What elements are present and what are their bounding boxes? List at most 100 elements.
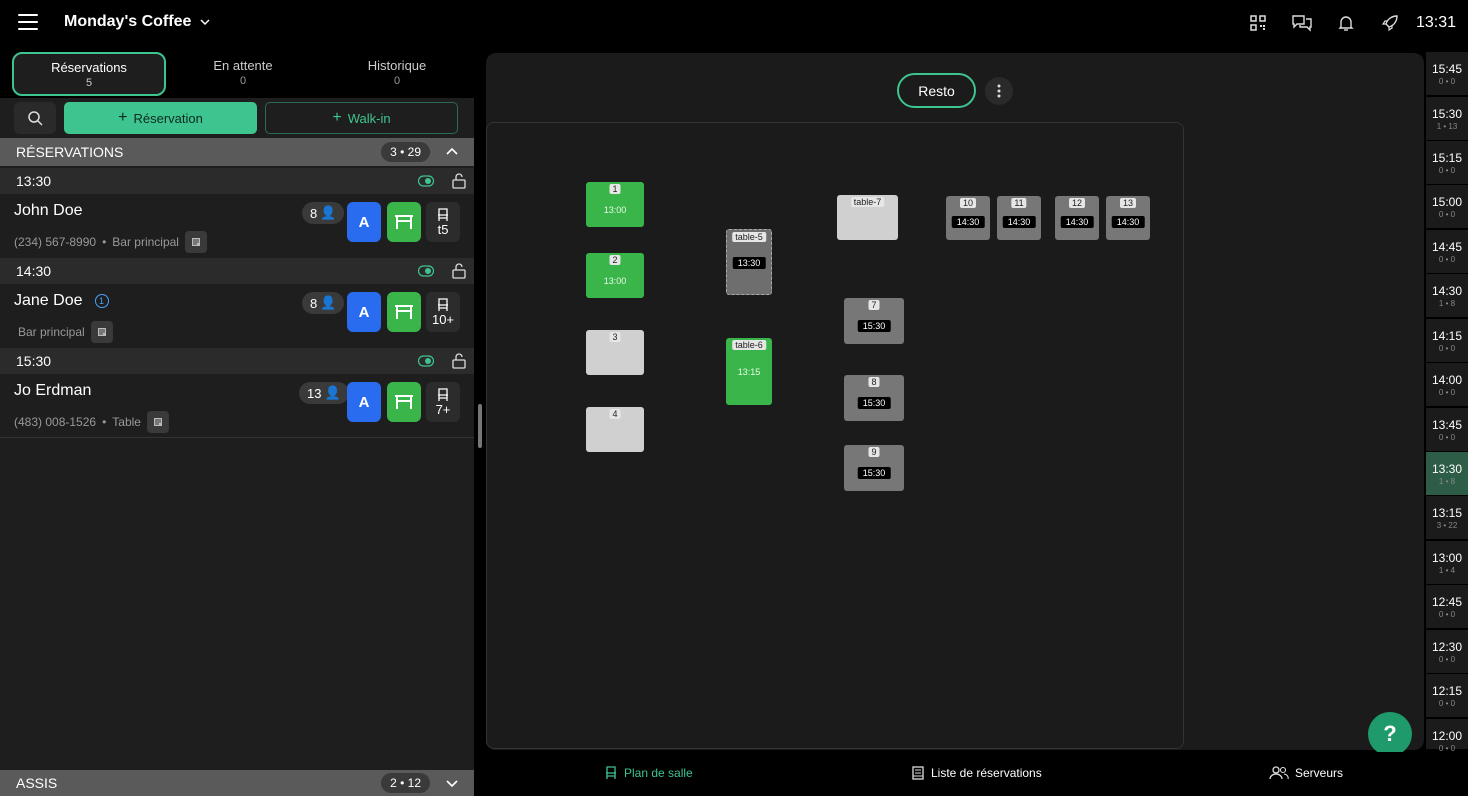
time-slot-current[interactable]: 13:30 1 • 8 bbox=[1426, 452, 1468, 496]
table[interactable]: 1 13:00 bbox=[586, 182, 644, 227]
section-seated[interactable]: ASSIS 2 • 12 bbox=[0, 770, 474, 796]
nav-servers[interactable]: Serveurs bbox=[1269, 766, 1343, 780]
tab-label: Réservations bbox=[51, 60, 127, 75]
table[interactable]: 9 15:30 bbox=[844, 445, 904, 491]
time-slot[interactable]: 12:45 0 • 0 bbox=[1426, 585, 1468, 629]
tab-waiting[interactable]: En attente 0 bbox=[166, 52, 320, 96]
slot-count: 0 • 0 bbox=[1438, 433, 1456, 442]
help-button[interactable]: ? bbox=[1368, 712, 1412, 756]
chat-icon[interactable] bbox=[1280, 0, 1324, 46]
slot-time: 13:00 bbox=[1431, 551, 1463, 565]
table-button[interactable] bbox=[387, 292, 421, 332]
qr-code-icon[interactable] bbox=[1236, 0, 1280, 46]
person-icon: 👤 bbox=[320, 295, 337, 310]
menu-icon[interactable] bbox=[18, 14, 38, 32]
slot-count: 0 • 0 bbox=[1438, 388, 1456, 397]
time-slot[interactable]: 14:15 0 • 0 bbox=[1426, 319, 1468, 363]
chevron-down-icon bbox=[200, 19, 210, 26]
table[interactable]: 8 15:30 bbox=[844, 375, 904, 421]
time-slot[interactable]: 15:15 0 • 0 bbox=[1426, 141, 1468, 185]
server-button[interactable]: A bbox=[347, 292, 381, 332]
toggle-icon[interactable] bbox=[418, 355, 434, 367]
table-button[interactable] bbox=[387, 382, 421, 422]
add-reservation-label: Réservation bbox=[133, 110, 203, 126]
unlock-icon[interactable] bbox=[452, 353, 466, 369]
table-button[interactable] bbox=[387, 202, 421, 242]
time-slot[interactable]: 15:45 0 • 0 bbox=[1426, 52, 1468, 96]
table[interactable]: 3 bbox=[586, 330, 644, 375]
note-icon[interactable] bbox=[184, 231, 207, 253]
bell-icon[interactable] bbox=[1324, 0, 1368, 46]
table-label: table-7 bbox=[850, 197, 885, 207]
table[interactable]: 7 15:30 bbox=[844, 298, 904, 344]
server-button[interactable]: A bbox=[347, 382, 381, 422]
more-options-icon[interactable] bbox=[985, 77, 1013, 105]
time-group-header: 13:30 bbox=[0, 168, 474, 194]
seat-assignment-button[interactable]: 10+ bbox=[426, 292, 460, 332]
table[interactable]: 13 14:30 bbox=[1106, 196, 1150, 240]
reservation-item[interactable]: Jane Doe 1 Bar principal 8 👤 A 10+ bbox=[0, 284, 474, 348]
note-icon[interactable] bbox=[90, 321, 113, 343]
guest-name: Jo Erdman bbox=[14, 382, 92, 399]
tab-history[interactable]: Historique 0 bbox=[320, 52, 474, 96]
chair-icon bbox=[438, 207, 448, 221]
time-slot[interactable]: 13:00 1 • 4 bbox=[1426, 541, 1468, 585]
table-label: 1 bbox=[609, 184, 621, 194]
table-label: 12 bbox=[1068, 198, 1086, 208]
seat-label: 10+ bbox=[431, 311, 455, 327]
seat-label: t5 bbox=[437, 221, 449, 237]
time-slot[interactable]: 14:30 1 • 8 bbox=[1426, 274, 1468, 318]
time-slot[interactable]: 13:15 3 • 22 bbox=[1426, 496, 1468, 540]
time-slot[interactable]: 14:00 0 • 0 bbox=[1426, 363, 1468, 407]
tab-reservations[interactable]: Réservations 5 bbox=[12, 52, 166, 96]
chevron-up-icon[interactable] bbox=[444, 144, 460, 160]
rocket-icon[interactable] bbox=[1368, 0, 1412, 46]
slot-time: 12:30 bbox=[1431, 640, 1463, 654]
toggle-icon[interactable] bbox=[418, 175, 434, 187]
panel-resize-handle[interactable] bbox=[478, 404, 482, 448]
chair-icon bbox=[606, 766, 616, 779]
seat-assignment-button[interactable]: t5 bbox=[426, 202, 460, 242]
time-slot[interactable]: 12:00 0 • 0 bbox=[1426, 719, 1468, 753]
seat-assignment-button[interactable]: 7+ bbox=[426, 382, 460, 422]
table-icon bbox=[395, 215, 413, 229]
table[interactable]: table-5 13:30 bbox=[726, 229, 772, 295]
time-slot[interactable]: 14:45 0 • 0 bbox=[1426, 230, 1468, 274]
nav-reservation-list[interactable]: Liste de réservations bbox=[911, 766, 1042, 780]
table[interactable]: 12 14:30 bbox=[1055, 196, 1099, 240]
restaurant-selector[interactable]: Monday's Coffee bbox=[64, 13, 211, 31]
chevron-down-icon[interactable] bbox=[444, 775, 460, 791]
table[interactable]: 10 14:30 bbox=[946, 196, 990, 240]
clock: 13:31 bbox=[1415, 14, 1456, 31]
table[interactable]: 2 13:00 bbox=[586, 253, 644, 298]
note-icon[interactable] bbox=[146, 411, 169, 433]
slot-time: 14:45 bbox=[1431, 240, 1463, 254]
time-slot[interactable]: 12:30 0 • 0 bbox=[1426, 630, 1468, 674]
search-button[interactable] bbox=[14, 102, 56, 134]
section-reservations[interactable]: RÉSERVATIONS 3 • 29 bbox=[0, 138, 474, 166]
unlock-icon[interactable] bbox=[452, 173, 466, 189]
table[interactable]: 11 14:30 bbox=[997, 196, 1041, 240]
section-count-badge: 2 • 12 bbox=[381, 773, 430, 793]
reservation-item[interactable]: John Doe (234) 567-8990 • Bar principal … bbox=[0, 194, 474, 258]
table-time: 13:00 bbox=[603, 276, 627, 286]
nav-floor-plan[interactable]: Plan de salle bbox=[604, 766, 693, 780]
table[interactable]: table-7 bbox=[837, 195, 898, 240]
room-selector-button[interactable]: Resto bbox=[897, 73, 976, 108]
table[interactable]: 4 bbox=[586, 407, 644, 452]
search-icon bbox=[28, 111, 43, 126]
table[interactable]: table-6 13:15 bbox=[726, 338, 772, 405]
time-slot[interactable]: 13:45 0 • 0 bbox=[1426, 408, 1468, 452]
seating-area: Bar principal bbox=[18, 325, 85, 339]
reservation-item[interactable]: Jo Erdman (483) 008-1526 • Table 13 👤 A 7… bbox=[0, 374, 474, 438]
toggle-icon[interactable] bbox=[418, 265, 434, 277]
unlock-icon[interactable] bbox=[452, 263, 466, 279]
time-slot[interactable]: 15:00 0 • 0 bbox=[1426, 185, 1468, 229]
add-reservation-button[interactable]: + Réservation bbox=[64, 102, 257, 134]
divider bbox=[0, 437, 474, 438]
table-icon bbox=[395, 305, 413, 319]
walk-in-button[interactable]: + Walk-in bbox=[265, 102, 458, 134]
time-slot[interactable]: 15:30 1 • 13 bbox=[1426, 97, 1468, 141]
time-slot[interactable]: 12:15 0 • 0 bbox=[1426, 674, 1468, 718]
server-button[interactable]: A bbox=[347, 202, 381, 242]
